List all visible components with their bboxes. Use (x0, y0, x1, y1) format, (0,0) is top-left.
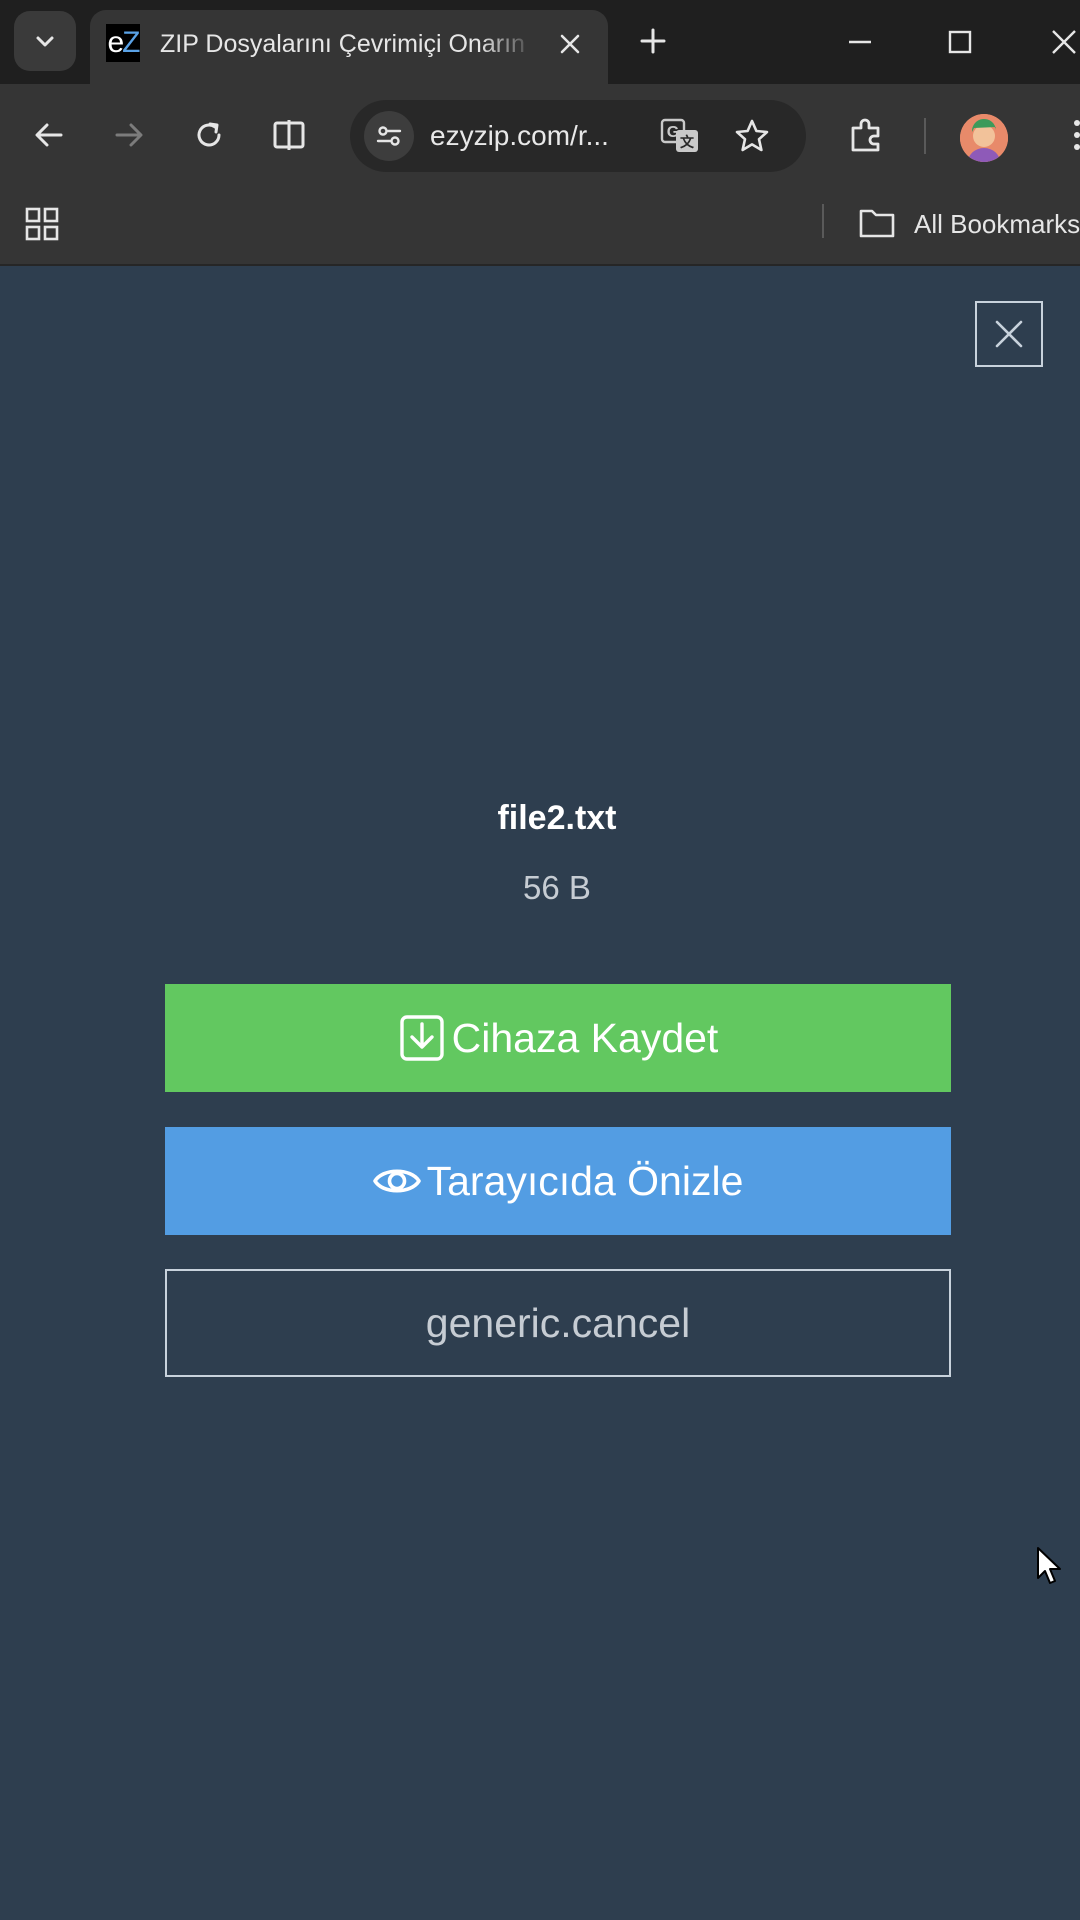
menu-button[interactable] (1050, 108, 1080, 162)
cancel-button-label: generic.cancel (425, 1299, 691, 1346)
eye-icon (372, 1164, 421, 1198)
reload-icon (197, 122, 221, 147)
svg-text:文: 文 (680, 134, 695, 150)
chevron-down-icon (36, 36, 54, 47)
translate-button[interactable]: G文 (658, 114, 702, 158)
save-button-label: Cihaza Kaydet (451, 1014, 719, 1061)
plus-icon (640, 28, 666, 54)
bookmarks-divider (822, 204, 824, 238)
site-favicon: eZ (106, 24, 141, 62)
minimize-icon (849, 40, 871, 44)
back-button[interactable] (22, 108, 76, 162)
url-text: ezyzip.com/r... (430, 120, 609, 151)
site-info-button[interactable] (364, 111, 414, 161)
file-name: file2.txt (497, 799, 617, 837)
close-icon (560, 34, 580, 54)
toolbar-divider (924, 118, 926, 154)
close-icon (1052, 30, 1076, 54)
reload-button[interactable] (182, 108, 236, 162)
apps-grid-icon (25, 207, 59, 241)
arrow-right-icon (115, 123, 143, 147)
profile-avatar[interactable] (960, 114, 1008, 162)
forward-button[interactable] (102, 108, 156, 162)
save-to-device-button[interactable]: Cihaza Kaydet (165, 984, 951, 1092)
folder-icon (859, 209, 895, 238)
maximize-button[interactable] (936, 18, 984, 66)
address-bar[interactable]: ezyzip.com/r... G文 (350, 100, 806, 172)
download-icon (398, 1014, 446, 1062)
file-size: 56 B (523, 869, 591, 906)
arrow-left-icon (35, 123, 63, 147)
tab-bar: eZ ZIP Dosyalarını Çevrimiçi Onarın (0, 0, 1080, 84)
extensions-button[interactable] (840, 108, 894, 162)
bookmark-star-button[interactable] (730, 114, 774, 158)
tab-title: ZIP Dosyalarını Çevrimiçi Onarın (160, 30, 525, 58)
preview-in-browser-button[interactable]: Tarayıcıda Önizle (165, 1127, 951, 1235)
preview-button-label: Tarayıcıda Önizle (426, 1157, 744, 1204)
bookmarks-bar: All Bookmarks (0, 186, 1080, 266)
translate-icon: G文 (660, 118, 698, 152)
all-bookmarks-folder[interactable] (858, 206, 898, 242)
tab-close-button[interactable] (552, 26, 588, 62)
puzzle-icon (851, 118, 880, 152)
browser-toolbar: ezyzip.com/r... G文 (0, 84, 1080, 186)
window-close-button[interactable] (1040, 18, 1080, 66)
avatar-icon (960, 114, 1008, 162)
dialog-close-button[interactable] (975, 301, 1043, 367)
star-icon (735, 119, 769, 152)
apps-button[interactable] (24, 206, 60, 242)
close-icon (995, 320, 1023, 348)
more-vertical-icon (1074, 120, 1080, 150)
cancel-button[interactable]: generic.cancel (165, 1269, 951, 1377)
browser-tab-active[interactable]: eZ ZIP Dosyalarını Çevrimiçi Onarın (90, 10, 608, 84)
all-bookmarks-label[interactable]: All Bookmarks (914, 208, 1080, 240)
split-view-icon (273, 120, 305, 150)
split-view-button[interactable] (262, 108, 316, 162)
mouse-cursor-icon (1037, 1547, 1061, 1584)
tune-icon (376, 126, 402, 146)
maximize-icon (948, 30, 972, 54)
new-tab-button[interactable] (632, 20, 674, 62)
tab-search-button[interactable] (14, 11, 76, 71)
minimize-button[interactable] (836, 18, 884, 66)
